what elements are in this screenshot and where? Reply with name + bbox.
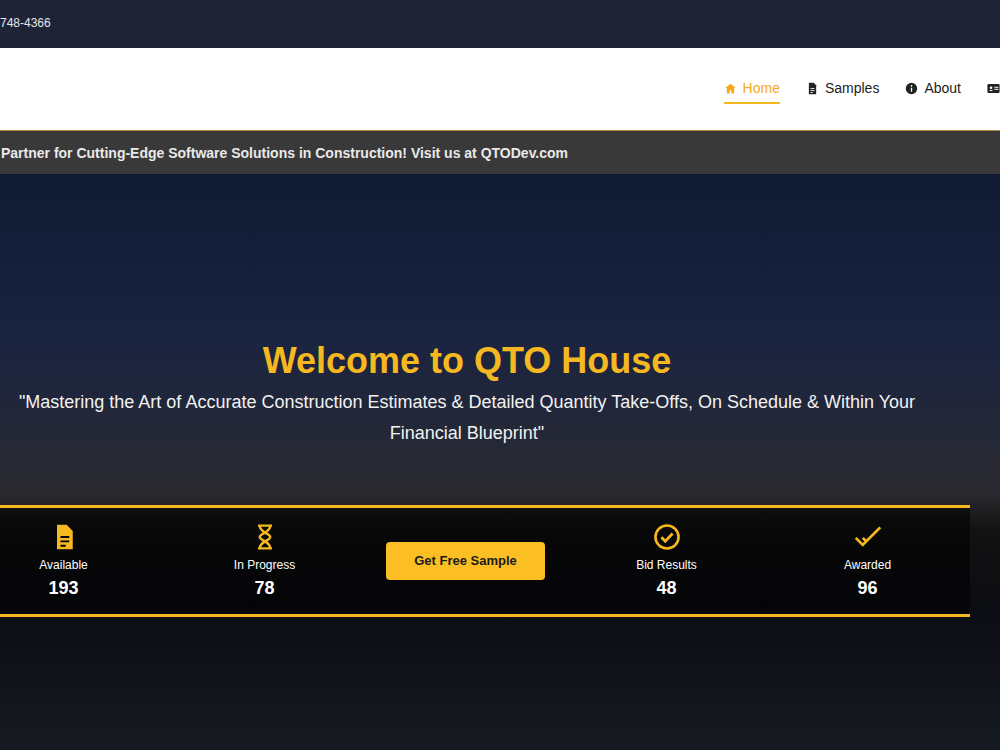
nav-label[interactable]: About <box>924 78 961 99</box>
stat-item: Bid Results 48 <box>566 523 767 600</box>
announcement-bar: Partner for Cutting-Edge Software Soluti… <box>0 130 1000 174</box>
document-icon <box>806 82 819 95</box>
cta-cell: Get Free Sample <box>365 542 566 580</box>
hourglass-icon <box>251 523 279 551</box>
id-card-icon <box>987 82 1000 95</box>
stat-label: Bid Results <box>566 557 767 573</box>
hero-title: Welcome to QTO House <box>0 339 934 383</box>
stat-value: 78 <box>164 576 365 600</box>
announcement-text: Partner for Cutting-Edge Software Soluti… <box>1 145 568 161</box>
navbar: Home Samples About <box>0 48 1000 130</box>
nav-item[interactable]: Samples <box>806 74 879 104</box>
check-circle-icon <box>653 523 681 551</box>
nav-label[interactable]: Samples <box>825 78 879 99</box>
document-icon <box>50 523 78 551</box>
contact-nav-item[interactable] <box>987 78 1000 100</box>
checkmark-icon <box>854 523 882 551</box>
phone-number[interactable]: 748-4366 <box>0 16 51 30</box>
stat-item: Awarded 96 <box>767 523 968 600</box>
nav-label[interactable]: Home <box>743 78 780 99</box>
hero-subtitle: "Mastering the Art of Accurate Construct… <box>0 387 934 449</box>
stat-label: Available <box>0 557 164 573</box>
info-icon <box>905 82 918 95</box>
stat-label: Awarded <box>767 557 968 573</box>
stat-item: In Progress 78 <box>164 523 365 600</box>
stat-value: 96 <box>767 576 968 600</box>
stat-value: 193 <box>0 576 164 600</box>
home-icon <box>724 82 737 95</box>
stats-strip: Available 193In Progress 78 Get Free Sample… <box>0 505 970 617</box>
hero-content: Welcome to QTO House"Mastering the Art o… <box>0 174 934 617</box>
stat-label: In Progress <box>164 557 365 573</box>
top-bar: 748-4366 <box>0 0 1000 48</box>
stat-item: Available 193 <box>0 523 164 600</box>
nav-item[interactable]: Home <box>724 74 780 104</box>
get-free-sample-button[interactable]: Get Free Sample <box>386 542 545 580</box>
nav-item[interactable]: About <box>905 74 961 104</box>
hero-section: Welcome to QTO House"Mastering the Art o… <box>0 174 1000 750</box>
nav-menu: Home Samples About <box>698 48 1000 130</box>
stat-value: 48 <box>566 576 767 600</box>
